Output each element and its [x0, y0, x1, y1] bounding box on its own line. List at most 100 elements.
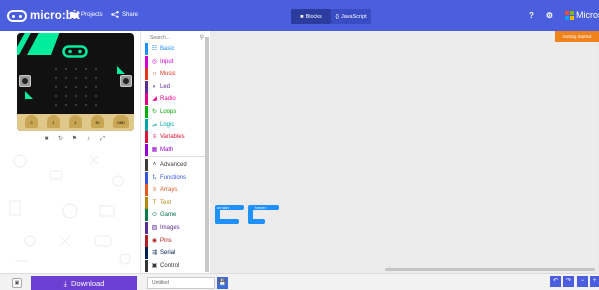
collapse-simulator-button[interactable]: ▣ — [12, 278, 22, 288]
code-icon: {} — [335, 13, 339, 20]
workspace-scrollbar[interactable] — [385, 268, 595, 271]
category-label: Images — [160, 225, 180, 231]
microsoft-logo[interactable]: Microso — [565, 10, 599, 20]
makecode-editor: micro:bit Projects Share ■ Blocks {} Jav… — [0, 0, 599, 290]
category-math[interactable]: ▦ Math — [145, 143, 207, 156]
category-advanced[interactable]: ˄ Advanced — [145, 159, 207, 171]
category-images[interactable]: ▨ Images — [145, 222, 207, 234]
category-color-bar — [145, 80, 148, 93]
category-label: Game — [160, 212, 177, 219]
share-button[interactable]: Share — [111, 11, 138, 18]
zoom-in-button[interactable]: + — [590, 276, 599, 287]
tab-blocks[interactable]: ■ Blocks — [291, 9, 331, 24]
led — [75, 77, 77, 79]
projects-label: Projects — [81, 11, 103, 18]
category-color-bar — [145, 196, 148, 209]
toolbox-search-input[interactable]: Search... ⚲ — [148, 33, 205, 43]
category-label: Logic — [160, 121, 175, 128]
led — [95, 95, 97, 97]
led — [65, 68, 67, 70]
category-color-bar — [145, 209, 148, 222]
restart-icon[interactable]: ↻ — [56, 135, 65, 144]
led — [65, 77, 67, 79]
projects-button[interactable]: Projects — [70, 11, 103, 18]
redo-button[interactable]: ↷ — [563, 276, 574, 287]
editor-mode-toggle: ■ Blocks {} JavaScript — [291, 9, 371, 24]
help-icon[interactable]: ? — [527, 11, 536, 20]
button-a[interactable] — [19, 75, 31, 87]
tab-javascript[interactable]: {} JavaScript — [331, 9, 371, 24]
folder-icon — [70, 12, 78, 18]
category-pins[interactable]: ◉ Pins — [145, 234, 207, 247]
toolbox-scrollbar[interactable] — [205, 37, 209, 272]
pin-2[interactable]: 2 — [69, 115, 82, 128]
grid-icon: ☷ — [151, 46, 158, 52]
category-arrays[interactable]: ≡ Arrays — [145, 184, 207, 197]
zoom-out-button[interactable]: − — [577, 276, 588, 287]
led — [85, 95, 87, 97]
category-color-bar — [145, 143, 148, 156]
category-label: Serial — [160, 250, 176, 257]
led — [65, 95, 67, 97]
category-functions[interactable]: fₓ Functions — [145, 171, 207, 184]
category-loops[interactable]: ↻ Loops — [145, 106, 207, 118]
pin-3v[interactable]: 3V — [91, 115, 104, 128]
text-icon: T — [152, 199, 157, 206]
usb-icon: ⇶ — [151, 250, 158, 257]
debug-icon[interactable]: ⚑ — [70, 135, 79, 144]
download-button[interactable]: ⤓ Download — [31, 276, 137, 290]
category-color-bar — [145, 259, 148, 272]
target-icon: ◎ — [151, 58, 158, 65]
category-input[interactable]: ◎ Input — [145, 55, 207, 68]
headphones-icon: ∩ — [152, 71, 157, 78]
category-color-bar — [145, 222, 148, 234]
stop-icon[interactable]: ■ — [42, 135, 51, 144]
led — [95, 86, 97, 88]
search-icon: ⚲ — [199, 35, 204, 41]
category-label: Radio — [160, 96, 176, 103]
save-icon[interactable]: 💾 — [217, 277, 228, 289]
category-color-bar — [145, 93, 148, 106]
blocks-workspace[interactable] — [210, 31, 599, 273]
category-basic[interactable]: ☷ Basic — [145, 43, 207, 55]
category-game[interactable]: ⬭ Game — [145, 209, 207, 222]
led — [95, 68, 97, 70]
fullscreen-icon[interactable]: ⤢ — [98, 135, 107, 144]
category-label: Arrays — [160, 187, 178, 194]
led — [55, 104, 57, 106]
mute-icon[interactable]: ♪ — [84, 135, 93, 144]
category-color-bar — [145, 118, 148, 131]
category-label: Math — [160, 146, 174, 153]
category-text[interactable]: T Text — [145, 196, 207, 209]
gamepad-icon: ⬭ — [151, 212, 158, 219]
simulator-panel: 0 1 2 3V GND ■ ↻ ⚑ ♪ ⤢ — [0, 31, 140, 273]
category-serial[interactable]: ⇶ Serial — [145, 247, 207, 260]
share-icon — [111, 11, 119, 18]
pin-gnd[interactable]: GND — [113, 115, 129, 128]
gear-icon[interactable]: ⚙ — [545, 11, 554, 20]
category-control[interactable]: ▣ Control — [145, 259, 207, 272]
led — [85, 77, 87, 79]
category-music[interactable]: ∩ Music — [145, 68, 207, 81]
pin-0[interactable]: 0 — [25, 115, 38, 128]
download-label: Download — [70, 279, 105, 288]
led — [85, 104, 87, 106]
category-variables[interactable]: ≡ Variables — [145, 131, 207, 144]
undo-button[interactable]: ↶ — [550, 276, 561, 287]
category-led[interactable]: ◐ Led — [145, 80, 207, 93]
button-b[interactable] — [120, 75, 132, 87]
getting-started-button[interactable]: Getting Started — [555, 31, 599, 42]
project-name-input[interactable]: Untitled — [147, 277, 215, 289]
microbit-board[interactable]: 0 1 2 3V GND — [17, 33, 134, 131]
pin-icon: ◉ — [151, 237, 158, 244]
led — [55, 77, 57, 79]
signal-icon: ◢ — [152, 96, 157, 103]
board-stripe-graphic — [17, 33, 60, 55]
pin-1[interactable]: 1 — [47, 115, 60, 128]
face-logo-icon — [62, 45, 88, 58]
led — [85, 68, 87, 70]
category-radio[interactable]: ◢ Radio — [145, 93, 207, 106]
category-logic[interactable]: ⥄ Logic — [145, 118, 207, 131]
bottom-bar: ▣ ⤓ Download Untitled 💾 ↶ ↷ − + — [0, 273, 599, 290]
led — [75, 104, 77, 106]
